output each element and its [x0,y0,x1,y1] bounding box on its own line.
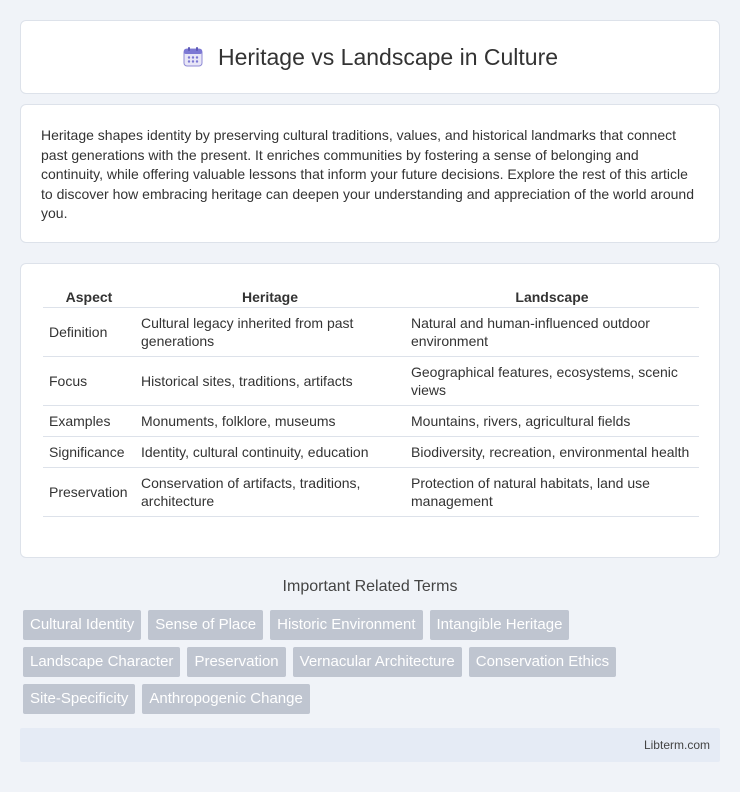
cell-aspect: Significance [43,437,135,468]
cell-heritage: Conservation of artifacts, traditions, a… [135,468,405,517]
tag-historic-environment[interactable]: Historic Environment [270,610,423,640]
cell-landscape: Geographical features, ecosystems, sceni… [405,357,699,406]
title-card: Heritage vs Landscape in Culture [20,20,720,94]
page-title: Heritage vs Landscape in Culture [217,43,559,70]
cell-landscape: Biodiversity, recreation, environmental … [405,437,699,468]
header-heritage: Heritage [135,285,405,308]
table-header-row: Aspect Heritage Landscape [43,285,699,308]
calendar-icon [183,47,203,67]
cell-landscape: Natural and human-influenced outdoor env… [405,308,699,357]
cell-aspect: Examples [43,406,135,437]
tag-conservation-ethics[interactable]: Conservation Ethics [468,647,617,677]
cell-aspect: Focus [43,357,135,406]
tag-preservation[interactable]: Preservation [187,647,286,677]
comparison-table-card: Aspect Heritage Landscape Definition Cul… [20,263,720,558]
comparison-table: Aspect Heritage Landscape Definition Cul… [43,285,699,517]
footer-site-link[interactable]: Libterm.com [644,738,710,752]
tag-landscape-character[interactable]: Landscape Character [23,647,181,677]
tag-anthropogenic-change[interactable]: Anthropogenic Change [142,684,310,714]
table-row: Examples Monuments, folklore, museums Mo… [43,406,699,437]
tag-vernacular-architecture[interactable]: Vernacular Architecture [292,647,462,677]
cell-heritage: Historical sites, traditions, artifacts [135,357,405,406]
cell-aspect: Definition [43,308,135,357]
table-row: Preservation Conservation of artifacts, … [43,468,699,517]
table-row: Focus Historical sites, traditions, arti… [43,357,699,406]
header-aspect: Aspect [43,285,135,308]
header-landscape: Landscape [405,285,699,308]
tag-cultural-identity[interactable]: Cultural Identity [23,610,142,640]
intro-text: Heritage shapes identity by preserving c… [41,127,694,222]
tag-sense-of-place[interactable]: Sense of Place [148,610,264,640]
footer: Libterm.com [20,728,720,762]
tag-site-specificity[interactable]: Site-Specificity [23,684,136,714]
cell-heritage: Cultural legacy inherited from past gene… [135,308,405,357]
table-row: Significance Identity, cultural continui… [43,437,699,468]
cell-aspect: Preservation [43,468,135,517]
intro-card: Heritage shapes identity by preserving c… [20,104,720,243]
cell-landscape: Mountains, rivers, agricultural fields [405,406,699,437]
related-terms-title: Important Related Terms [282,578,458,595]
tag-intangible-heritage[interactable]: Intangible Heritage [429,610,570,640]
cell-heritage: Identity, cultural continuity, education [135,437,405,468]
cell-landscape: Protection of natural habitats, land use… [405,468,699,517]
related-terms-list: Cultural Identity Sense of Place Histori… [23,610,723,714]
table-row: Definition Cultural legacy inherited fro… [43,308,699,357]
cell-heritage: Monuments, folklore, museums [135,406,405,437]
